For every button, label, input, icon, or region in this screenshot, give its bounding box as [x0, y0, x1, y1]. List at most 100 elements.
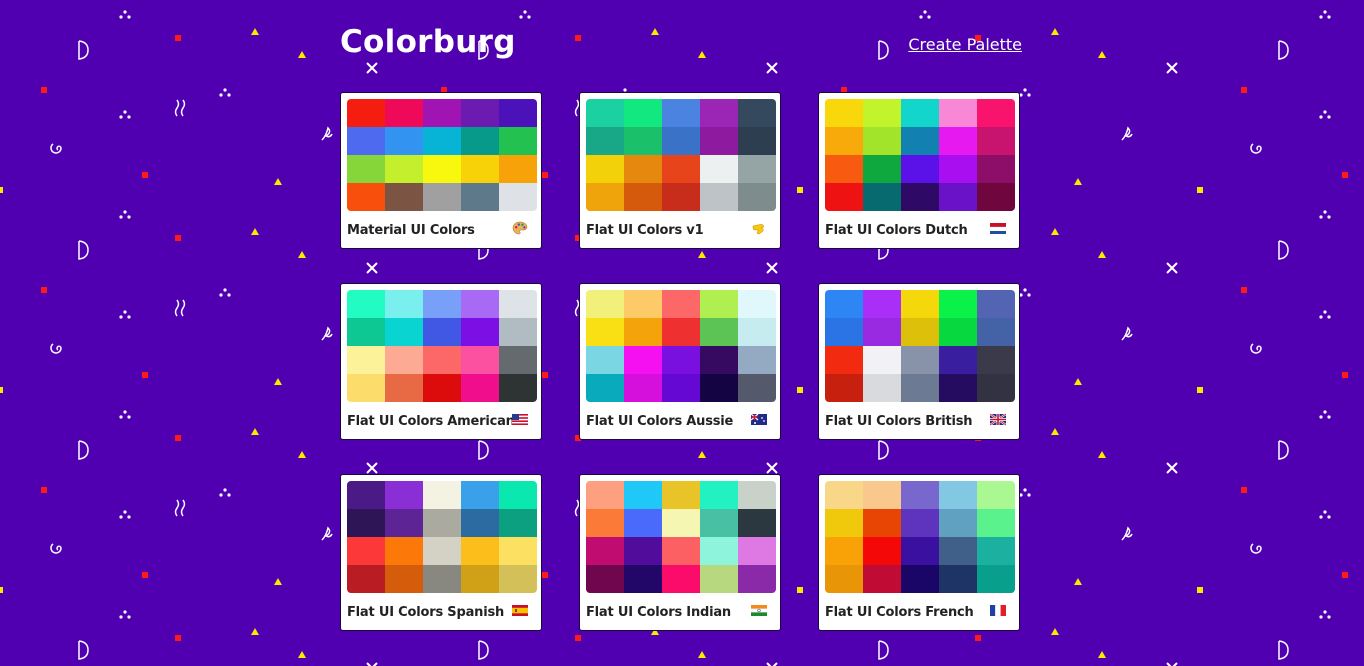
color-swatch[interactable] [700, 99, 738, 127]
color-swatch[interactable] [499, 290, 537, 318]
color-swatch[interactable] [423, 183, 461, 211]
color-swatch[interactable] [461, 537, 499, 565]
color-swatch[interactable] [347, 374, 385, 402]
color-swatch[interactable] [939, 374, 977, 402]
color-swatch[interactable] [901, 318, 939, 346]
color-swatch[interactable] [939, 290, 977, 318]
color-swatch[interactable] [662, 537, 700, 565]
color-swatch[interactable] [825, 565, 863, 593]
palette-card[interactable]: Flat UI Colors Spanish [340, 474, 542, 631]
color-swatch[interactable] [624, 127, 662, 155]
color-swatch[interactable] [662, 565, 700, 593]
color-swatch[interactable] [863, 127, 901, 155]
color-swatch[interactable] [347, 509, 385, 537]
color-swatch[interactable] [586, 290, 624, 318]
color-swatch[interactable] [499, 318, 537, 346]
color-swatch[interactable] [825, 155, 863, 183]
color-swatch[interactable] [461, 99, 499, 127]
color-swatch[interactable] [586, 127, 624, 155]
color-swatch[interactable] [901, 481, 939, 509]
color-swatch[interactable] [700, 290, 738, 318]
color-swatch[interactable] [499, 565, 537, 593]
color-swatch[interactable] [901, 565, 939, 593]
color-swatch[interactable] [499, 509, 537, 537]
color-swatch[interactable] [939, 99, 977, 127]
color-swatch[interactable] [385, 318, 423, 346]
color-swatch[interactable] [586, 155, 624, 183]
color-swatch[interactable] [901, 537, 939, 565]
color-swatch[interactable] [662, 155, 700, 183]
color-swatch[interactable] [662, 374, 700, 402]
color-swatch[interactable] [586, 99, 624, 127]
color-swatch[interactable] [825, 509, 863, 537]
color-swatch[interactable] [901, 374, 939, 402]
color-swatch[interactable] [385, 346, 423, 374]
palette-card[interactable]: Flat UI Colors American [340, 283, 542, 440]
color-swatch[interactable] [499, 127, 537, 155]
color-swatch[interactable] [624, 318, 662, 346]
color-swatch[interactable] [825, 127, 863, 155]
color-swatch[interactable] [499, 481, 537, 509]
color-swatch[interactable] [738, 183, 776, 211]
color-swatch[interactable] [901, 99, 939, 127]
color-swatch[interactable] [977, 537, 1015, 565]
color-swatch[interactable] [977, 318, 1015, 346]
color-swatch[interactable] [863, 318, 901, 346]
color-swatch[interactable] [461, 346, 499, 374]
color-swatch[interactable] [863, 374, 901, 402]
color-swatch[interactable] [423, 290, 461, 318]
color-swatch[interactable] [586, 565, 624, 593]
color-swatch[interactable] [700, 183, 738, 211]
color-swatch[interactable] [423, 509, 461, 537]
color-swatch[interactable] [461, 509, 499, 537]
color-swatch[interactable] [385, 127, 423, 155]
color-swatch[interactable] [347, 481, 385, 509]
color-swatch[interactable] [939, 127, 977, 155]
color-swatch[interactable] [977, 99, 1015, 127]
palette-card[interactable]: Flat UI Colors British [818, 283, 1020, 440]
color-swatch[interactable] [738, 155, 776, 183]
color-swatch[interactable] [977, 509, 1015, 537]
color-swatch[interactable] [586, 481, 624, 509]
color-swatch[interactable] [939, 565, 977, 593]
color-swatch[interactable] [825, 481, 863, 509]
color-swatch[interactable] [939, 183, 977, 211]
color-swatch[interactable] [624, 183, 662, 211]
color-swatch[interactable] [939, 481, 977, 509]
color-swatch[interactable] [499, 183, 537, 211]
color-swatch[interactable] [385, 155, 423, 183]
palette-card[interactable]: Flat UI Colors Dutch [818, 92, 1020, 249]
color-swatch[interactable] [939, 346, 977, 374]
color-swatch[interactable] [825, 537, 863, 565]
palette-card[interactable]: Material UI Colors [340, 92, 542, 249]
color-swatch[interactable] [347, 565, 385, 593]
color-swatch[interactable] [901, 183, 939, 211]
color-swatch[interactable] [901, 127, 939, 155]
color-swatch[interactable] [977, 565, 1015, 593]
color-swatch[interactable] [738, 374, 776, 402]
color-swatch[interactable] [347, 155, 385, 183]
color-swatch[interactable] [939, 318, 977, 346]
color-swatch[interactable] [825, 318, 863, 346]
color-swatch[interactable] [347, 99, 385, 127]
color-swatch[interactable] [624, 290, 662, 318]
color-swatch[interactable] [624, 537, 662, 565]
color-swatch[interactable] [825, 290, 863, 318]
color-swatch[interactable] [347, 537, 385, 565]
color-swatch[interactable] [586, 509, 624, 537]
color-swatch[interactable] [700, 127, 738, 155]
color-swatch[interactable] [461, 155, 499, 183]
color-swatch[interactable] [863, 346, 901, 374]
color-swatch[interactable] [423, 346, 461, 374]
color-swatch[interactable] [385, 509, 423, 537]
color-swatch[interactable] [385, 374, 423, 402]
color-swatch[interactable] [423, 99, 461, 127]
color-swatch[interactable] [825, 374, 863, 402]
color-swatch[interactable] [624, 509, 662, 537]
palette-card[interactable]: Flat UI Colors French [818, 474, 1020, 631]
color-swatch[interactable] [700, 155, 738, 183]
color-swatch[interactable] [423, 481, 461, 509]
create-palette-link[interactable]: Create Palette [908, 35, 1022, 54]
color-swatch[interactable] [662, 509, 700, 537]
color-swatch[interactable] [347, 318, 385, 346]
